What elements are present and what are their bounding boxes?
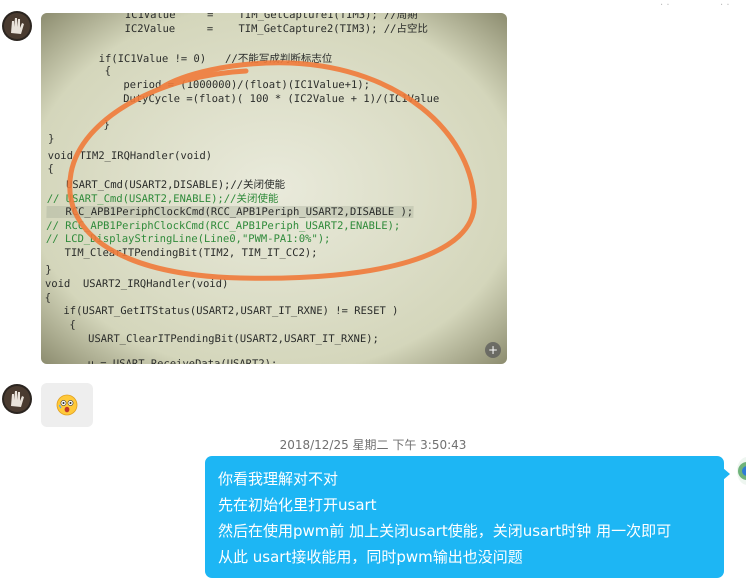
message-line: 先在初始化里打开usart	[218, 496, 377, 514]
message-line: 从此 usart接收能用，同时pwm输出也没问题	[218, 548, 523, 566]
message-line: 然后在使用pwm前 加上关闭usart使能，关闭usart时钟 用一次即可	[218, 522, 672, 540]
message-line: 你看我理解对不对	[218, 470, 339, 488]
ellipsis-indicator: · ·	[660, 0, 670, 11]
annotation-circle	[67, 60, 477, 281]
self-avatar[interactable]	[737, 457, 746, 485]
bubble-tail	[723, 468, 730, 480]
zoom-in-icon[interactable]: +	[485, 342, 501, 358]
contact-avatar[interactable]	[2, 11, 32, 41]
shocked-face-emoji	[56, 394, 78, 416]
emoji-message-bubble[interactable]	[41, 383, 93, 427]
message-timestamp: 2018/12/25 星期二 下午 3:50:43	[279, 438, 467, 452]
sent-message-bubble[interactable]: 你看我理解对不对 先在初始化里打开usart 然后在使用pwm前 加上关闭usa…	[205, 456, 724, 578]
contact-avatar[interactable]	[2, 384, 32, 414]
ellipsis-indicator: · ·	[720, 0, 730, 11]
code-screenshot-image[interactable]: IC1Value = TIM_GetCapture1(TIM3); //周期 I…	[41, 13, 507, 364]
